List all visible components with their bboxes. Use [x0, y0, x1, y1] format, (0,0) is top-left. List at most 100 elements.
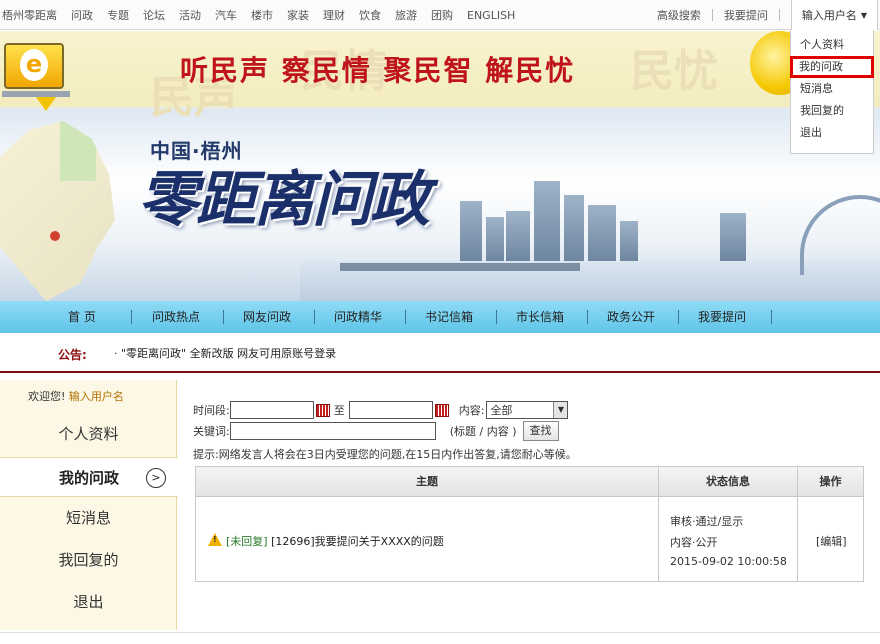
main-nav-home[interactable]: 首 页	[68, 301, 96, 333]
search-button[interactable]: 查找	[522, 421, 559, 441]
submit-timestamp: 2015-09-02 10:00:58	[670, 555, 787, 568]
column-header-action: 操作	[819, 475, 842, 488]
building-decoration	[506, 211, 530, 261]
keyword-label: 关键词:	[193, 425, 230, 438]
building-decoration	[620, 221, 638, 261]
main-nav-ask-question[interactable]: 我要提问	[698, 301, 746, 333]
divider	[496, 310, 497, 324]
cursor-arrow-icon	[36, 97, 56, 111]
main-nav-netizen-questions[interactable]: 网友问政	[243, 301, 291, 333]
main-nav-highlights[interactable]: 问政精华	[334, 301, 382, 333]
top-nav-link[interactable]: 梧州零距离	[2, 7, 57, 23]
date-from-input[interactable]	[229, 401, 314, 419]
divider	[223, 310, 224, 324]
main-nav-mayor-mailbox[interactable]: 市长信箱	[516, 301, 564, 333]
e-logo-icon[interactable]: e	[2, 43, 70, 111]
sidebar-item-my-replies[interactable]: 我回复的	[0, 540, 177, 580]
top-nav-bar: 梧州零距离 问政 专题 论坛 活动 汽车 楼市 家装 理财 饮食 旅游 团购 E…	[0, 0, 880, 30]
building-decoration	[588, 205, 616, 261]
notice-text[interactable]: · "零距离问政" 全新改版 网友可用原账号登录	[114, 345, 336, 361]
top-nav-links: 梧州零距离 问政 专题 论坛 活动 汽车 楼市 家装 理财 饮食 旅游 团购 E…	[0, 0, 529, 30]
question-title: [12696]我要提问关于XXXX的问题	[271, 535, 444, 548]
slogan-text: 听民声 察民情 聚民智 解民忧	[180, 54, 576, 87]
sidebar-item-my-questions[interactable]: 我的问政 >	[0, 457, 178, 497]
date-to-label: 至	[333, 404, 345, 417]
top-nav-link[interactable]: 问政	[71, 7, 93, 23]
top-nav-right: 高级搜索 我要提问 输入用户名 ▼	[657, 0, 880, 30]
column-header-subject: 主题	[416, 475, 438, 488]
welcome-prefix: 欢迎您!	[28, 390, 66, 403]
welcome-message: 欢迎您! 输入用户名	[28, 388, 124, 404]
divider	[771, 310, 772, 324]
map-region	[60, 121, 96, 181]
column-divider	[797, 467, 798, 581]
user-menu-button[interactable]: 输入用户名 ▼	[790, 0, 878, 30]
divider	[314, 310, 315, 324]
map-marker-icon	[50, 231, 60, 241]
divider	[678, 310, 679, 324]
top-nav-link[interactable]: 团购	[431, 7, 453, 23]
sidebar-item-label: 短消息	[65, 509, 111, 527]
divider	[0, 632, 880, 633]
sidebar-item-messages[interactable]: 短消息	[0, 498, 177, 538]
top-nav-link[interactable]: 活动	[179, 7, 201, 23]
questions-table: 主题 状态信息 操作 [未回复] [12696]我要提问关于XXXX的问题 审核…	[195, 466, 864, 582]
sidebar-item-label: 个人资料	[58, 425, 119, 443]
warning-icon	[208, 533, 222, 546]
scope-selected-value: 全部	[490, 404, 513, 417]
top-nav-link[interactable]: 专题	[107, 7, 129, 23]
date-filter-row: 时间段: 至 内容: 全部 ▼	[193, 400, 569, 420]
top-nav-link[interactable]: 理财	[323, 7, 345, 23]
dropdown-item-logout[interactable]: 退出	[791, 122, 873, 144]
building-decoration	[564, 195, 584, 261]
user-menu-label: 输入用户名	[801, 9, 857, 22]
bridge-decoration	[340, 263, 580, 271]
e-letter-icon: e	[20, 49, 48, 81]
notice-bar: 公告: · "零距离问政" 全新改版 网友可用原账号登录	[0, 333, 880, 373]
divider	[587, 310, 588, 324]
ask-question-link[interactable]: 我要提问	[724, 7, 768, 23]
top-nav-link[interactable]: 楼市	[251, 7, 273, 23]
building-decoration	[486, 217, 504, 261]
chevron-down-icon: ▼	[860, 10, 867, 20]
calendar-icon[interactable]	[434, 403, 449, 417]
edit-link[interactable]: [编辑]	[816, 533, 847, 549]
scope-select[interactable]: 全部 ▼	[486, 401, 569, 419]
username-link[interactable]: 输入用户名	[69, 390, 124, 403]
map-illustration	[0, 121, 115, 301]
dropdown-item-messages[interactable]: 短消息	[791, 78, 873, 100]
top-nav-link[interactable]: 论坛	[143, 7, 165, 23]
top-nav-link[interactable]: 家装	[287, 7, 309, 23]
top-nav-link[interactable]: 饮食	[359, 7, 381, 23]
dropdown-item-my-replies[interactable]: 我回复的	[791, 100, 873, 122]
keyword-filter-row: 关键词: (标题 / 内容 ) 查找	[193, 421, 559, 441]
main-nav-secretary-mailbox[interactable]: 书记信箱	[425, 301, 473, 333]
top-nav-link[interactable]: 旅游	[395, 7, 417, 23]
user-sidebar: 欢迎您! 输入用户名 个人资料 我的问政 > 短消息 我回复的 退出	[0, 380, 178, 630]
scope-label: 内容:	[458, 404, 485, 417]
column-divider	[658, 467, 659, 581]
building-decoration	[460, 201, 482, 261]
site-banner: 民情 民忧 民声 听民声 察民情 聚民智 解民忧 e 中国·梧州 零距离问政	[0, 31, 880, 301]
review-status: 审核·通过/显示	[670, 515, 744, 528]
sidebar-item-logout[interactable]: 退出	[0, 582, 177, 622]
question-subject[interactable]: [未回复] [12696]我要提问关于XXXX的问题	[226, 533, 444, 549]
main-nav-government-affairs[interactable]: 政务公开	[607, 301, 655, 333]
sidebar-item-profile[interactable]: 个人资料	[0, 414, 177, 454]
table-header: 主题 状态信息 操作	[196, 467, 863, 497]
advanced-search-link[interactable]: 高级搜索	[657, 7, 701, 23]
keyword-input[interactable]	[229, 422, 436, 440]
sidebar-item-label: 退出	[73, 593, 104, 611]
divider	[778, 9, 780, 21]
top-nav-link[interactable]: 汽车	[215, 7, 237, 23]
notice-label: 公告:	[58, 348, 87, 362]
date-to-input[interactable]	[348, 401, 433, 419]
dropdown-item-my-questions[interactable]: 我的问政	[790, 56, 874, 78]
divider	[405, 310, 406, 324]
calendar-icon[interactable]	[315, 403, 330, 417]
chevron-right-icon: >	[146, 468, 166, 488]
dropdown-item-profile[interactable]: 个人资料	[791, 34, 873, 56]
main-nav-hot-topics[interactable]: 问政热点	[152, 301, 200, 333]
top-nav-link-english[interactable]: ENGLISH	[467, 9, 515, 22]
column-header-status: 状态信息	[706, 475, 750, 488]
